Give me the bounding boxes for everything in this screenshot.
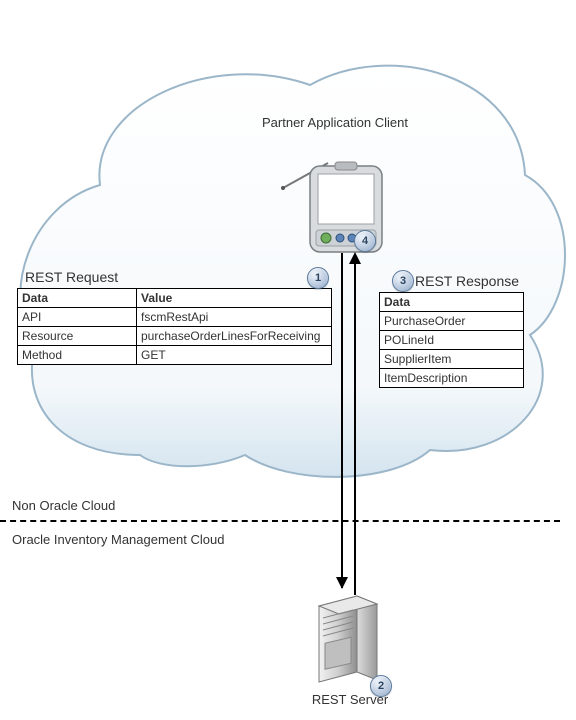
server-label: REST Server bbox=[295, 692, 405, 707]
table-row: Method GET bbox=[18, 346, 332, 365]
zone-upper-label: Non Oracle Cloud bbox=[12, 498, 115, 513]
resp-value: PurchaseOrder bbox=[380, 312, 524, 331]
table-row: Resource purchaseOrderLinesForReceiving bbox=[18, 327, 332, 346]
table-row: ItemDescription bbox=[380, 369, 524, 388]
req-value: fscmRestApi bbox=[137, 308, 332, 327]
resp-value: POLineId bbox=[380, 331, 524, 350]
diagram-stage: Partner Application Client REST Request … bbox=[0, 0, 576, 720]
resp-value: ItemDescription bbox=[380, 369, 524, 388]
server-icon bbox=[313, 594, 383, 686]
req-data: Resource bbox=[18, 327, 137, 346]
table-row: Data Value bbox=[18, 289, 332, 308]
table-row: SupplierItem bbox=[380, 350, 524, 369]
step-badge-1: 1 bbox=[307, 267, 329, 289]
req-data: Method bbox=[18, 346, 137, 365]
step-badge-4: 4 bbox=[354, 230, 376, 252]
cloud-shape bbox=[10, 45, 566, 485]
response-arrow bbox=[354, 262, 356, 595]
rest-response-table: Data PurchaseOrder POLineId SupplierItem… bbox=[379, 292, 524, 388]
step-badge-2: 2 bbox=[370, 675, 392, 697]
rest-request-header-value: Value bbox=[137, 289, 332, 308]
rest-response-title: REST Response bbox=[415, 273, 519, 289]
table-row: API fscmRestApi bbox=[18, 308, 332, 327]
rest-request-title: REST Request bbox=[25, 269, 118, 285]
zone-divider bbox=[0, 520, 560, 522]
client-label: Partner Application Client bbox=[260, 115, 410, 132]
rest-response-header: Data bbox=[380, 293, 524, 312]
rest-request-header-data: Data bbox=[18, 289, 137, 308]
req-value: purchaseOrderLinesForReceiving bbox=[137, 327, 332, 346]
table-row: POLineId bbox=[380, 331, 524, 350]
request-arrow bbox=[341, 253, 343, 588]
req-data: API bbox=[18, 308, 137, 327]
resp-value: SupplierItem bbox=[380, 350, 524, 369]
table-row: PurchaseOrder bbox=[380, 312, 524, 331]
table-row: Data bbox=[380, 293, 524, 312]
step-badge-3: 3 bbox=[392, 270, 414, 292]
req-value: GET bbox=[137, 346, 332, 365]
zone-lower-label: Oracle Inventory Management Cloud bbox=[12, 531, 224, 549]
zone-lower-text: Oracle Inventory Management Cloud bbox=[12, 532, 224, 547]
client-label-text: Partner Application Client bbox=[262, 115, 408, 130]
rest-request-table: Data Value API fscmRestApi Resource purc… bbox=[17, 288, 332, 365]
